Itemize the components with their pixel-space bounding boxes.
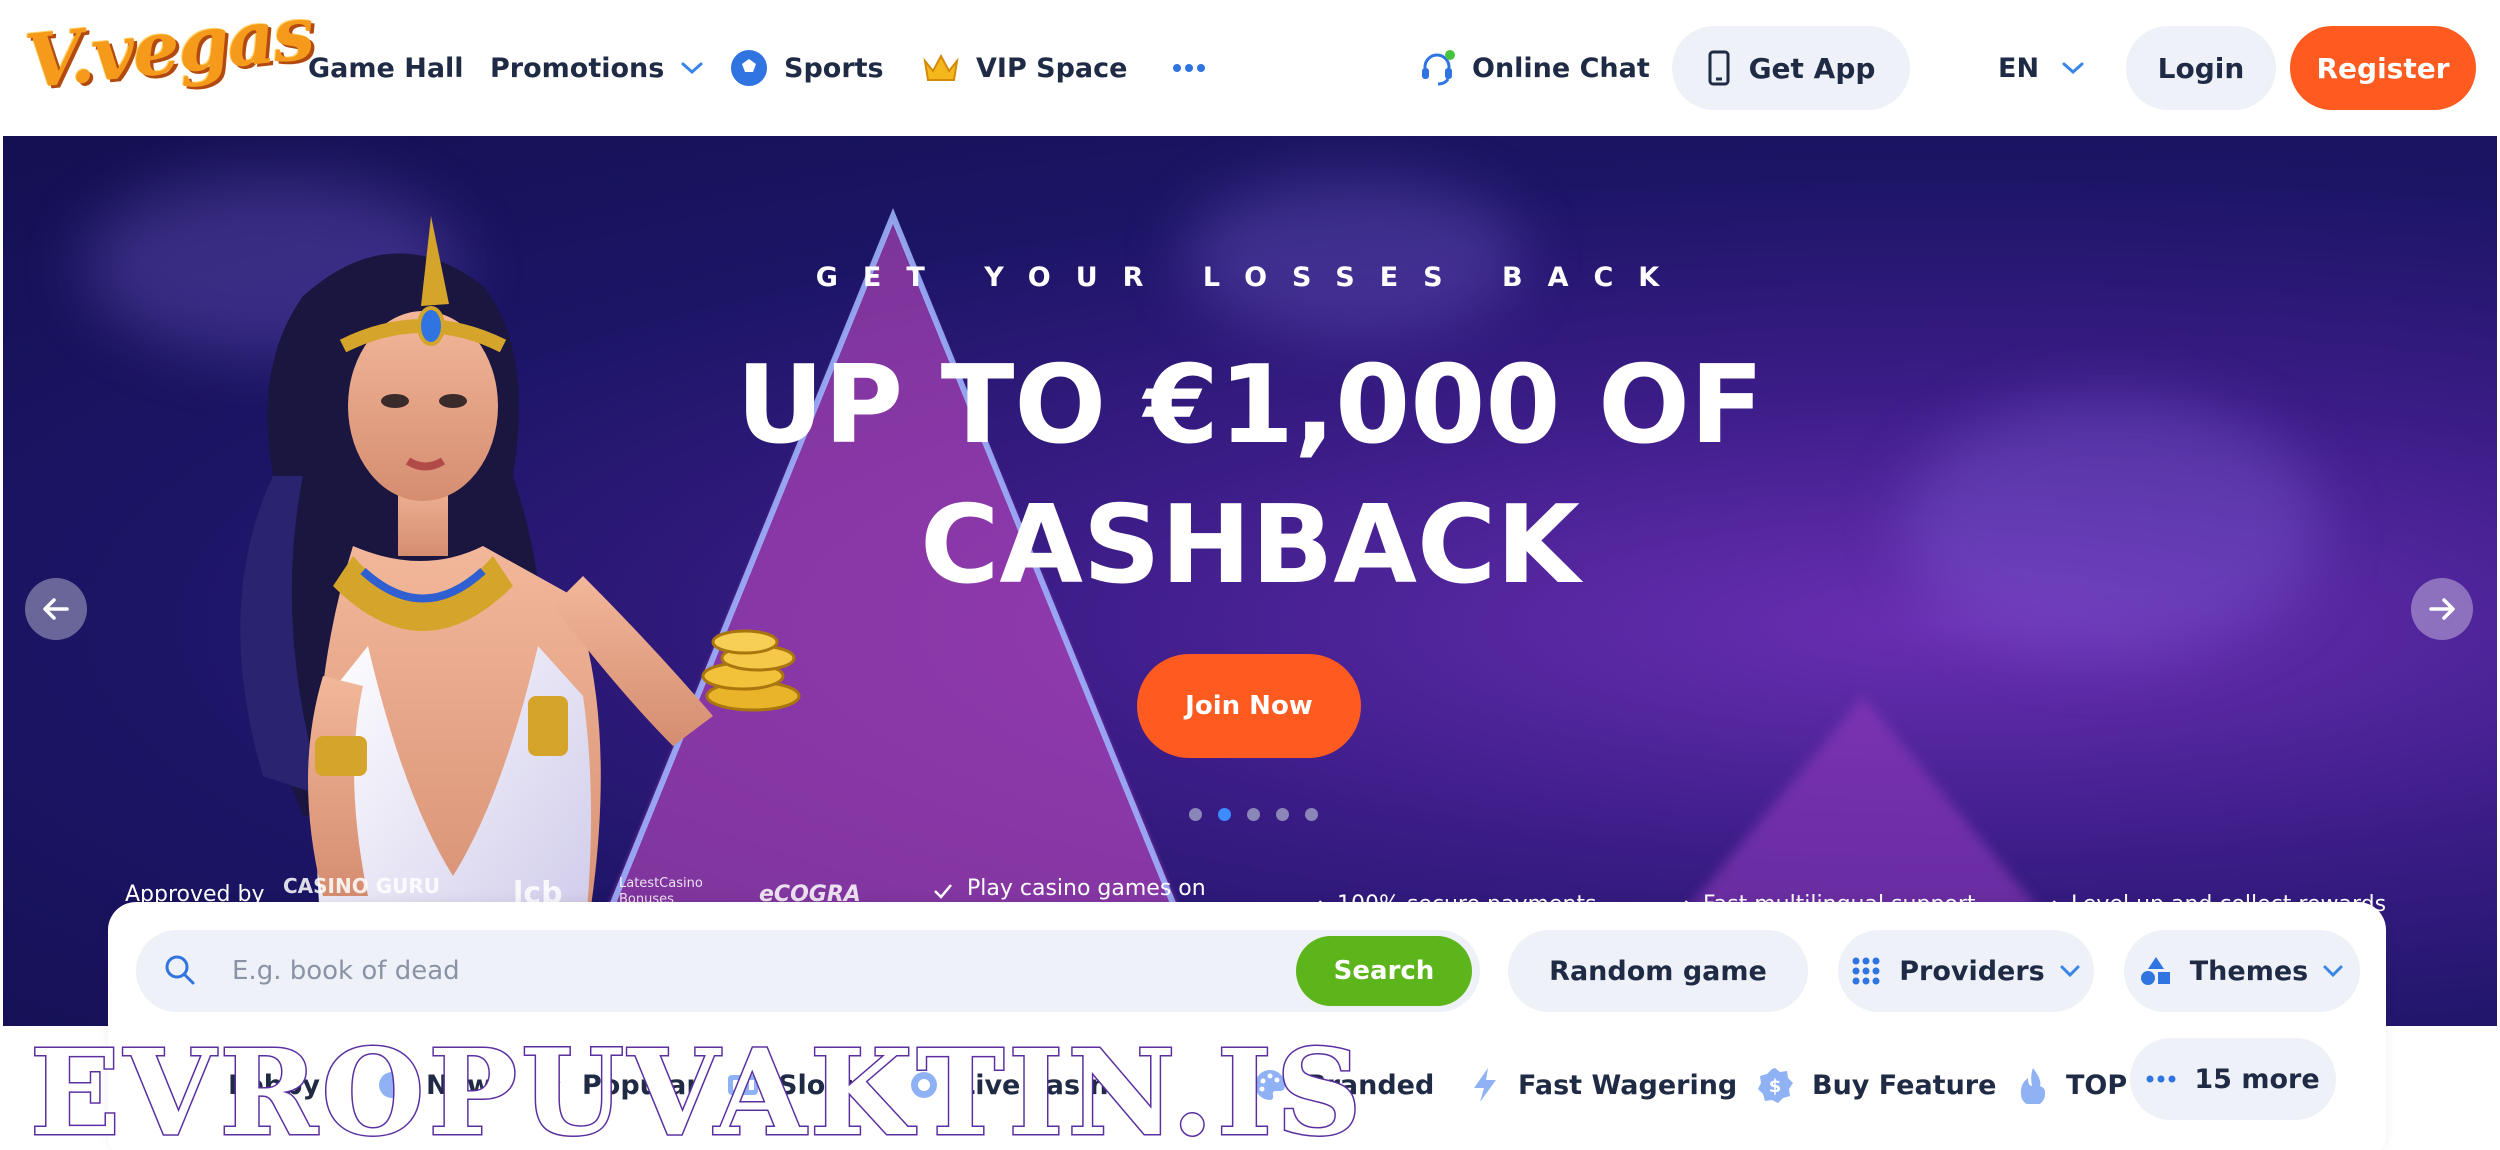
soccer-ball-icon xyxy=(730,49,768,87)
more-categories-button[interactable]: 15 more xyxy=(2130,1038,2336,1120)
join-now-button[interactable]: Join Now xyxy=(1137,654,1361,758)
hero-title: UP TO €1,000 OF CASHBACK xyxy=(3,336,2497,616)
chevron-down-icon xyxy=(2061,60,2085,76)
grid-dots-icon xyxy=(1851,956,1881,986)
search-icon xyxy=(162,952,198,992)
more-dots-icon xyxy=(2146,1075,2176,1083)
random-game-label: Random game xyxy=(1549,955,1767,987)
carousel-next-button[interactable] xyxy=(2411,578,2473,640)
search-box: Search xyxy=(136,930,1480,1012)
hero-title-line2: CASHBACK xyxy=(920,483,1580,608)
category-fast-wagering[interactable]: Fast Wagering xyxy=(1470,1050,1737,1120)
providers-label: Providers xyxy=(1899,955,2045,987)
login-label: Login xyxy=(2157,51,2245,85)
nav-sports[interactable]: Sports xyxy=(730,40,884,96)
join-now-label: Join Now xyxy=(1185,691,1313,721)
search-button-label: Search xyxy=(1333,956,1435,986)
crown-icon xyxy=(922,51,960,85)
vvegas-logo[interactable]: V.vegas xyxy=(18,0,317,118)
language-selector[interactable]: EN xyxy=(1998,40,2085,96)
more-categories-label: 15 more xyxy=(2194,1063,2320,1095)
category-buy-feature[interactable]: $ Buy Feature xyxy=(1756,1050,1996,1120)
cloud-shape xyxy=(1183,176,1523,336)
chevron-down-icon xyxy=(680,60,704,76)
carousel-dot-active[interactable] xyxy=(1218,808,1231,821)
nav-game-hall[interactable]: Game Hall xyxy=(308,40,464,96)
carousel-dot[interactable] xyxy=(1305,808,1318,821)
lightning-icon xyxy=(1470,1066,1500,1104)
casino-guru-logo: CASINO GURU xyxy=(283,874,441,898)
nav-promotions[interactable]: Promotions xyxy=(490,40,704,96)
search-input[interactable] xyxy=(232,944,1302,998)
category-label: Fast Wagering xyxy=(1518,1069,1738,1101)
trust-item-label: Play casino games on xyxy=(967,876,1206,901)
online-chat-label: Online Chat xyxy=(1472,52,1650,84)
chevron-down-icon xyxy=(2059,964,2081,978)
language-label: EN xyxy=(1998,52,2040,84)
logo-text: V.vegas xyxy=(21,0,317,106)
random-game-button[interactable]: Random game xyxy=(1508,930,1808,1012)
themes-label: Themes xyxy=(2189,955,2309,987)
nav-vip-space-label: VIP Space xyxy=(976,52,1128,84)
register-button[interactable]: Register xyxy=(2290,26,2476,110)
themes-dropdown[interactable]: Themes xyxy=(2124,930,2360,1012)
nav-promotions-label: Promotions xyxy=(490,52,665,84)
get-app-label: Get App xyxy=(1748,51,1876,85)
more-dots-icon xyxy=(1172,63,1206,73)
login-button[interactable]: Login xyxy=(2126,26,2276,110)
dollar-badge-icon: $ xyxy=(1756,1066,1794,1104)
get-app-button[interactable]: Get App xyxy=(1672,26,1910,110)
online-chat-link[interactable]: Online Chat xyxy=(1418,40,1650,96)
phone-icon xyxy=(1707,50,1731,86)
nav-game-hall-label: Game Hall xyxy=(308,52,464,84)
carousel-dots xyxy=(1189,808,1318,821)
flame-icon xyxy=(2018,1066,2048,1104)
headset-icon xyxy=(1418,49,1456,87)
carousel-dot[interactable] xyxy=(1276,808,1289,821)
arrow-right-icon xyxy=(2427,594,2457,624)
category-label: Buy Feature xyxy=(1812,1069,1997,1101)
providers-dropdown[interactable]: Providers xyxy=(1838,930,2094,1012)
carousel-dot[interactable] xyxy=(1189,808,1202,821)
nav-vip-space[interactable]: VIP Space xyxy=(922,40,1127,96)
nav-more[interactable] xyxy=(1172,40,1222,96)
arrow-left-icon xyxy=(41,594,71,624)
hero-title-line1: UP TO €1,000 OF xyxy=(736,343,1764,468)
nav-sports-label: Sports xyxy=(784,52,884,84)
search-button[interactable]: Search xyxy=(1296,936,1472,1006)
carousel-dot[interactable] xyxy=(1247,808,1260,821)
hero-kicker: GET YOUR LOSSES BACK xyxy=(815,262,1685,293)
trust-item: Play casino games on xyxy=(933,876,1206,905)
carousel-prev-button[interactable] xyxy=(25,578,87,640)
shapes-icon xyxy=(2140,955,2172,987)
hero-banner: GET YOUR LOSSES BACK UP TO €1,000 OF CAS… xyxy=(3,136,2497,1026)
register-label: Register xyxy=(2316,51,2450,85)
svg-text:$: $ xyxy=(1769,1076,1782,1097)
chevron-down-icon xyxy=(2322,964,2344,978)
site-watermark: EVROPUVAKTIN.IS xyxy=(28,1023,1366,1150)
site-header: V.vegas Game Hall Promotions Sports VIP … xyxy=(0,0,2500,136)
